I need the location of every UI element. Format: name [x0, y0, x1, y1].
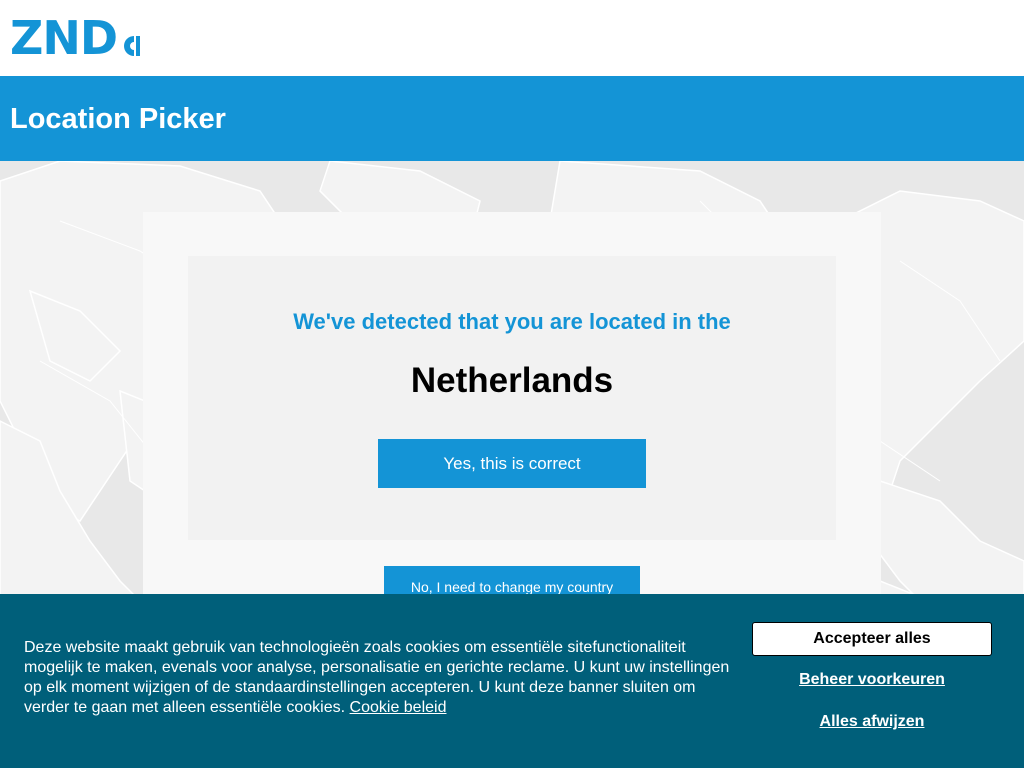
page: ZND Location Picker We've detected that …	[0, 0, 1024, 768]
logo-text: ZND	[10, 11, 118, 65]
cookie-banner-text: Deze website maakt gebruik van technolog…	[24, 638, 736, 718]
page-title: Location Picker	[10, 103, 226, 135]
logo-mark-icon	[124, 36, 141, 56]
detected-country: Netherlands	[410, 361, 614, 400]
confirm-country-button[interactable]: Yes, this is correct	[378, 439, 646, 488]
cookie-policy-link[interactable]: Cookie beleid	[350, 699, 447, 716]
detected-location-text: We've detected that you are located in t…	[293, 309, 731, 334]
logo[interactable]: ZND	[10, 14, 145, 62]
title-bar: Location Picker	[0, 76, 1024, 161]
accept-all-button[interactable]: Accepteer alles	[752, 622, 992, 656]
reject-all-link[interactable]: Alles afwijzen	[752, 712, 992, 732]
site-header: ZND	[0, 0, 1024, 76]
manage-preferences-link[interactable]: Beheer voorkeuren	[752, 670, 992, 690]
cookie-banner: Deze website maakt gebruik van technolog…	[0, 594, 1024, 768]
